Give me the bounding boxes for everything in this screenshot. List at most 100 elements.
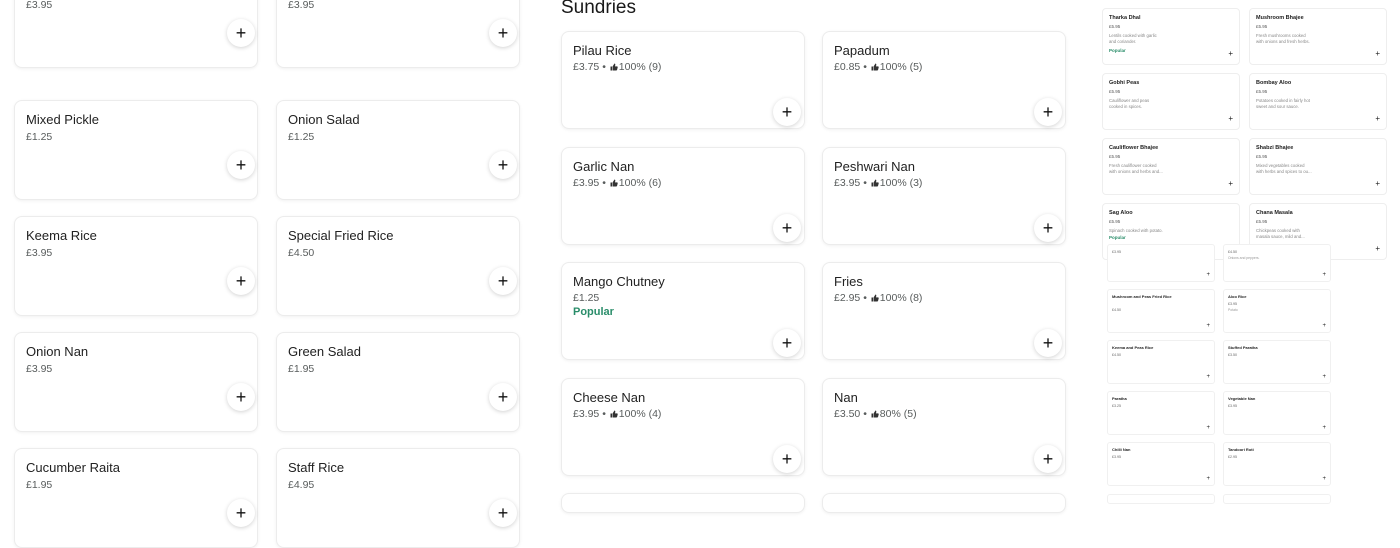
preview-item-card[interactable]: Mushroom Bhajee £5.95 Fresh mushrooms cook…: [1249, 8, 1387, 65]
add-item-button[interactable]: +: [773, 98, 801, 126]
sundry-item-card[interactable]: Cheese Nan £3.95 • 100% (4) +: [561, 378, 805, 476]
plus-icon: +: [497, 271, 509, 291]
add-item-button[interactable]: +: [1375, 115, 1380, 123]
add-item-button[interactable]: +: [1322, 323, 1326, 329]
small-item-card[interactable]: £4.50 Onions and peppers. +: [1223, 244, 1331, 282]
small-item-card[interactable]: [1107, 494, 1215, 504]
sundry-item-name: Pilau Rice: [573, 43, 632, 58]
small-item-card[interactable]: £3.95 +: [1107, 244, 1215, 282]
add-item-button[interactable]: +: [1322, 374, 1326, 380]
add-item-button[interactable]: +: [1206, 425, 1210, 431]
add-item-button[interactable]: +: [1206, 272, 1210, 278]
preview-item-card[interactable]: Shabzi Bhajee £5.95 Mixed vegetables cooke…: [1249, 138, 1387, 195]
menu-item-price: £3.95: [288, 0, 315, 11]
add-item-button[interactable]: +: [227, 151, 255, 179]
add-item-button[interactable]: +: [1228, 50, 1233, 58]
add-item-button[interactable]: +: [1206, 476, 1210, 482]
plus-icon: +: [235, 155, 247, 175]
small-item-card[interactable]: Stuffed Paratha £3.50 +: [1223, 340, 1331, 384]
sundry-item-card[interactable]: Papadum £0.85 • 100% (5) +: [822, 31, 1066, 129]
sundry-item-card[interactable]: Garlic Nan £3.95 • 100% (6) +: [561, 147, 805, 245]
preview-item-card[interactable]: Cauliflower Bhajee £5.95 Fresh cauliflower…: [1102, 138, 1240, 195]
small-item-price: £4.50: [1228, 250, 1237, 254]
add-item-button[interactable]: +: [1034, 329, 1062, 357]
add-item-button[interactable]: +: [227, 19, 255, 47]
preview-item-price: £5.95: [1109, 89, 1121, 94]
small-item-card[interactable]: Paratha £3.25 +: [1107, 391, 1215, 435]
add-item-button[interactable]: +: [1034, 214, 1062, 242]
menu-item-name: Onion Salad: [288, 112, 360, 127]
popular-badge: Popular: [1109, 235, 1126, 240]
sundry-item-card[interactable]: Nan £3.50 • 80% (5) +: [822, 378, 1066, 476]
preview-item-description: Potatoes cooked in fairly hot sweet and s…: [1256, 98, 1314, 110]
sundry-item-card[interactable]: Mango Chutney £1.25 Popular +: [561, 262, 805, 360]
preview-item-price: £5.95: [1109, 24, 1121, 29]
rating-text: 100% (6): [618, 177, 662, 189]
add-item-button[interactable]: +: [1322, 476, 1326, 482]
add-item-button[interactable]: +: [489, 19, 517, 47]
add-item-button[interactable]: +: [1034, 445, 1062, 473]
description-line: cooked in spices.: [1109, 104, 1142, 109]
small-item-card[interactable]: Keema and Peas Rice £4.50 +: [1107, 340, 1215, 384]
sundry-item-card[interactable]: Fries £2.95 • 100% (8) +: [822, 262, 1066, 360]
menu-item-card[interactable]: Mixed Pickle £1.25 +: [14, 100, 258, 200]
add-item-button[interactable]: +: [489, 499, 517, 527]
add-item-button[interactable]: +: [773, 329, 801, 357]
preview-item-name: Sag Aloo: [1109, 210, 1133, 216]
add-item-button[interactable]: +: [1322, 425, 1326, 431]
rating-text: 100% (9): [618, 61, 662, 73]
add-item-button[interactable]: +: [489, 151, 517, 179]
description-line: sweet and sour sauce.: [1256, 104, 1299, 109]
add-item-button[interactable]: +: [227, 383, 255, 411]
sundry-item-price: £2.95 • 100% (8): [834, 292, 922, 304]
rating-text: 100% (8): [879, 292, 923, 304]
menu-item-card[interactable]: Egg Fried Rice£3.95+: [276, 0, 520, 68]
small-item-name: Keema and Peas Rice: [1112, 345, 1154, 350]
menu-item-card[interactable]: Keema Rice £3.95 +: [14, 216, 258, 316]
add-item-button[interactable]: +: [1375, 50, 1380, 58]
add-item-button[interactable]: +: [1322, 272, 1326, 278]
small-item-name: Stuffed Paratha: [1228, 345, 1258, 350]
small-item-card[interactable]: Aloo Rice £3.95 Potato +: [1223, 289, 1331, 333]
menu-item-price: £1.95: [26, 479, 53, 491]
menu-item-card[interactable]: Staff Rice £4.95 +: [276, 448, 520, 548]
small-item-card[interactable]: [1223, 494, 1331, 504]
sundry-item-card[interactable]: [561, 493, 805, 513]
small-item-card[interactable]: Chilli Nan £3.95 +: [1107, 442, 1215, 486]
add-item-button[interactable]: +: [1034, 98, 1062, 126]
rating-text: 100% (5): [879, 61, 923, 73]
sundry-item-name: Garlic Nan: [573, 159, 635, 174]
add-item-button[interactable]: +: [489, 383, 517, 411]
small-item-name: Paratha: [1112, 396, 1127, 401]
menu-item-card[interactable]: Onion Nan £3.95 +: [14, 332, 258, 432]
add-item-button[interactable]: +: [1206, 323, 1210, 329]
preview-item-name: Mushroom Bhajee: [1256, 15, 1304, 21]
small-item-card[interactable]: Tandoori Roti £2.95 +: [1223, 442, 1331, 486]
add-item-button[interactable]: +: [1228, 115, 1233, 123]
menu-item-card[interactable]: Onion Salad £1.25 +: [276, 100, 520, 200]
small-item-card[interactable]: Vegetable Nan £3.95 +: [1223, 391, 1331, 435]
menu-item-card[interactable]: Green Salad £1.95 +: [276, 332, 520, 432]
small-item-card[interactable]: Mushroom and Peas Fried Rice £4.50 +: [1107, 289, 1215, 333]
menu-item-card[interactable]: Cucumber Raita £1.95 +: [14, 448, 258, 548]
preview-item-card[interactable]: Gobhi Peas £5.95 Cauliflower and peas cooke…: [1102, 73, 1240, 130]
plus-icon: +: [1042, 449, 1054, 469]
add-item-button[interactable]: +: [1206, 374, 1210, 380]
menu-item-card[interactable]: Mushroom Fried Rice£3.95+: [14, 0, 258, 68]
add-item-button[interactable]: +: [1375, 180, 1380, 188]
sundry-item-card[interactable]: Peshwari Nan £3.95 • 100% (3) +: [822, 147, 1066, 245]
menu-item-card[interactable]: Special Fried Rice £4.50 +: [276, 216, 520, 316]
description-line: with onions and fresh herbs.: [1256, 39, 1310, 44]
sundry-item-card[interactable]: Pilau Rice £3.75 • 100% (9) +: [561, 31, 805, 129]
sundry-item-card[interactable]: [822, 493, 1066, 513]
add-item-button[interactable]: +: [489, 267, 517, 295]
add-item-button[interactable]: +: [773, 445, 801, 473]
add-item-button[interactable]: +: [227, 499, 255, 527]
add-item-button[interactable]: +: [227, 267, 255, 295]
preview-item-card[interactable]: Bombay Aloo £5.95 Potatoes cooked in fairl…: [1249, 73, 1387, 130]
add-item-button[interactable]: +: [1375, 245, 1380, 253]
sundry-item-price: £3.50 • 80% (5): [834, 408, 917, 420]
preview-item-card[interactable]: Tharka Dhal £5.95 Lentils cooked with garl…: [1102, 8, 1240, 65]
add-item-button[interactable]: +: [773, 214, 801, 242]
add-item-button[interactable]: +: [1228, 180, 1233, 188]
